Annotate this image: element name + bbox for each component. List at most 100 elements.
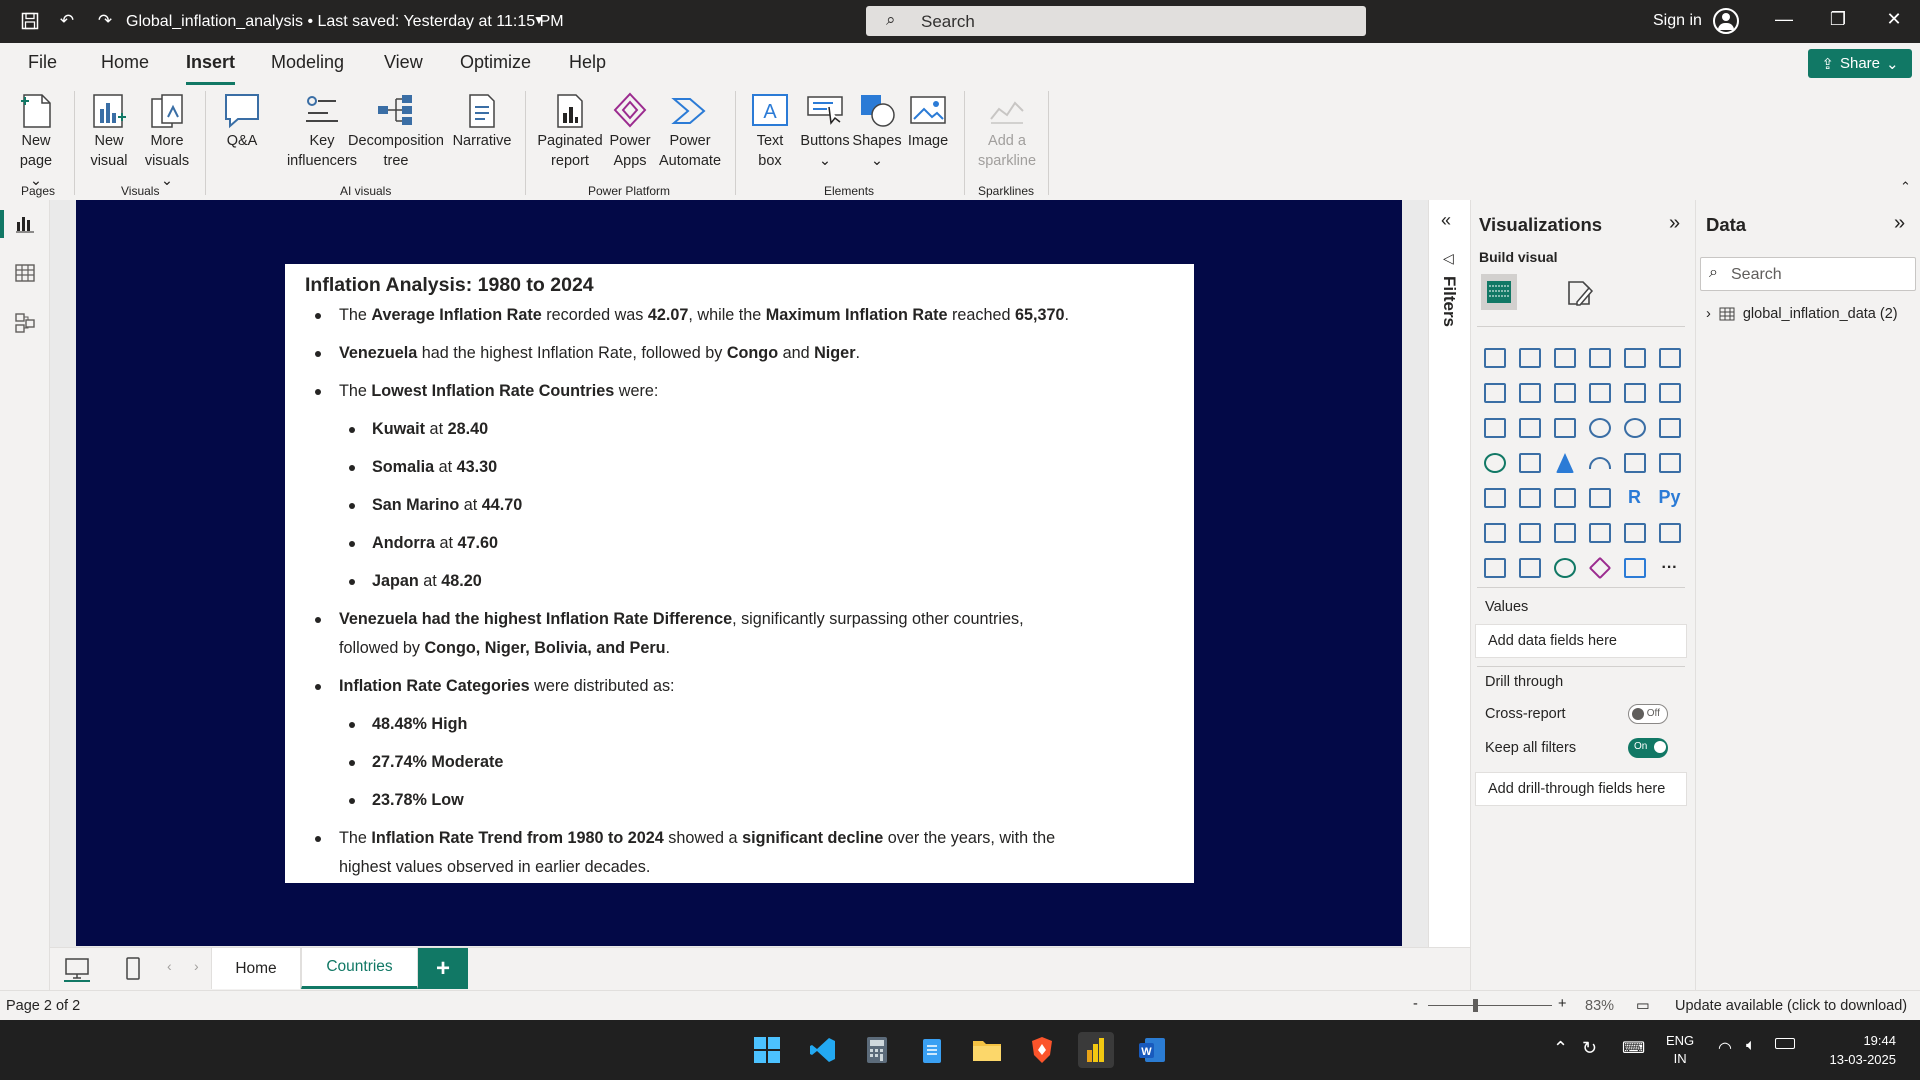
matrix-icon[interactable]: [1582, 480, 1617, 515]
sync-icon[interactable]: ↻: [1582, 1038, 1597, 1059]
100-stacked-column-chart-icon[interactable]: [1652, 340, 1687, 375]
clustered-column-chart-icon[interactable]: [1582, 340, 1617, 375]
stacked-bar-chart-icon[interactable]: [1477, 340, 1512, 375]
stacked-area-chart-icon[interactable]: [1547, 375, 1582, 410]
menu-insert[interactable]: Insert: [186, 52, 236, 85]
zoom-slider[interactable]: [1428, 999, 1552, 1012]
zoom-level[interactable]: 83%: [1585, 998, 1614, 1014]
data-search-input[interactable]: ⌕ Search: [1700, 257, 1916, 291]
menu-file[interactable]: File: [28, 52, 57, 73]
power-bi-icon[interactable]: [1078, 1032, 1114, 1068]
menu-optimize[interactable]: Optimize: [460, 52, 531, 73]
filled-map-icon[interactable]: [1512, 445, 1547, 480]
model-view-icon[interactable]: [14, 312, 36, 339]
collapse-data-pane-icon[interactable]: »: [1894, 212, 1905, 235]
image-button[interactable]: Image: [905, 91, 951, 151]
line-chart-icon[interactable]: [1477, 375, 1512, 410]
narrative-button[interactable]: Narrative: [450, 91, 514, 151]
data-table-item[interactable]: › global_inflation_data (2): [1706, 306, 1898, 322]
save-icon[interactable]: [18, 9, 42, 33]
pie-chart-icon[interactable]: [1582, 410, 1617, 445]
new-page-button[interactable]: New page ⌄: [12, 91, 60, 191]
restore-icon[interactable]: ❐: [1826, 9, 1850, 30]
show-hidden-icons-icon[interactable]: ⌃: [1553, 1038, 1568, 1059]
values-drop-zone[interactable]: Add data fields here: [1475, 624, 1687, 658]
slicer-icon[interactable]: [1512, 480, 1547, 515]
table-icon[interactable]: [1547, 480, 1582, 515]
account-avatar-icon[interactable]: [1713, 8, 1739, 34]
decomposition-tree-visual-icon[interactable]: [1512, 515, 1547, 550]
expand-filters-icon[interactable]: «: [1441, 210, 1451, 231]
collapse-ribbon-icon[interactable]: ⌃: [1900, 179, 1911, 195]
waterfall-chart-icon[interactable]: [1477, 410, 1512, 445]
card-icon[interactable]: [1617, 445, 1652, 480]
menu-home[interactable]: Home: [101, 52, 149, 73]
line-stacked-column-chart-icon[interactable]: [1582, 375, 1617, 410]
add-sparkline-button[interactable]: Add a sparkline: [973, 91, 1041, 171]
share-button[interactable]: ⇪ Share ⌄: [1808, 49, 1912, 78]
r-visual-icon[interactable]: R: [1617, 480, 1652, 515]
donut-chart-icon[interactable]: [1617, 410, 1652, 445]
100-stacked-bar-chart-icon[interactable]: [1617, 340, 1652, 375]
vscode-icon[interactable]: [805, 1032, 841, 1068]
drill-through-drop-zone[interactable]: Add drill-through fields here: [1475, 772, 1687, 806]
menu-view[interactable]: View: [384, 52, 423, 73]
notepad-icon[interactable]: [914, 1032, 950, 1068]
ribbon-chart-icon[interactable]: [1652, 375, 1687, 410]
zoom-slider-thumb[interactable]: [1473, 999, 1478, 1012]
report-view-icon[interactable]: [14, 212, 36, 239]
tab-home[interactable]: Home: [211, 948, 301, 989]
treemap-icon[interactable]: [1652, 410, 1687, 445]
build-visual-tab-icon[interactable]: [1481, 274, 1517, 310]
file-explorer-icon[interactable]: [969, 1032, 1005, 1068]
paginated-report-button[interactable]: Paginated report: [535, 91, 605, 171]
area-chart-icon[interactable]: [1512, 375, 1547, 410]
collapse-visualizations-icon[interactable]: »: [1669, 212, 1680, 235]
card-new-icon[interactable]: [1477, 550, 1512, 585]
keyboard-icon[interactable]: ⌨: [1622, 1038, 1645, 1058]
redo-icon[interactable]: ↷: [93, 9, 117, 33]
buttons-button[interactable]: Buttons ⌄: [797, 91, 853, 171]
volume-icon[interactable]: 🔈︎: [1746, 1037, 1756, 1055]
word-icon[interactable]: W: [1134, 1032, 1170, 1068]
desktop-layout-icon[interactable]: [64, 956, 90, 987]
update-available-link[interactable]: Update available (click to download): [1675, 998, 1907, 1014]
battery-icon[interactable]: [1775, 1038, 1795, 1049]
calculator-icon[interactable]: [859, 1032, 895, 1068]
map-icon[interactable]: [1477, 445, 1512, 480]
kpi-icon[interactable]: [1477, 480, 1512, 515]
close-icon[interactable]: ✕: [1882, 9, 1906, 30]
scatter-chart-icon[interactable]: [1547, 410, 1582, 445]
tab-countries[interactable]: Countries: [301, 948, 418, 989]
filters-pane-collapsed[interactable]: « ◁ Filters: [1428, 200, 1470, 948]
title-dropdown-icon[interactable]: ▼: [533, 13, 545, 27]
sign-in-link[interactable]: Sign in: [1653, 12, 1702, 30]
format-visual-tab-icon[interactable]: [1565, 278, 1595, 313]
decomposition-tree-button[interactable]: Decomposition tree: [346, 91, 446, 171]
smart-narrative-card[interactable]: Inflation Analysis: 1980 to 2024 The Ave…: [285, 264, 1194, 883]
brave-browser-icon[interactable]: [1024, 1032, 1060, 1068]
wifi-icon[interactable]: ◠: [1718, 1038, 1732, 1058]
global-search-box[interactable]: ⌕ Search: [866, 6, 1366, 36]
zoom-in-button[interactable]: +: [1558, 996, 1566, 1012]
funnel-chart-icon[interactable]: [1512, 410, 1547, 445]
mobile-layout-icon[interactable]: [124, 956, 142, 987]
smart-narrative-icon[interactable]: [1582, 515, 1617, 550]
language-indicator[interactable]: ENG IN: [1666, 1032, 1694, 1068]
power-automate-button[interactable]: Power Automate: [656, 91, 724, 171]
table-view-icon[interactable]: [14, 262, 36, 289]
python-visual-icon[interactable]: Py: [1652, 480, 1687, 515]
windows-start-icon[interactable]: [749, 1032, 785, 1068]
metrics-icon[interactable]: [1617, 515, 1652, 550]
key-influencers-visual-icon[interactable]: [1477, 515, 1512, 550]
qa-visual-icon[interactable]: [1547, 515, 1582, 550]
new-visual-button[interactable]: New visual: [86, 91, 132, 171]
power-apps-button[interactable]: Power Apps: [606, 91, 654, 171]
chevron-right-icon[interactable]: ›: [1706, 306, 1711, 322]
stacked-column-chart-icon[interactable]: [1512, 340, 1547, 375]
button-slicer-icon[interactable]: [1512, 550, 1547, 585]
undo-icon[interactable]: ↶: [55, 9, 79, 33]
clock[interactable]: 19:44 13-03-2025: [1816, 1031, 1897, 1069]
clustered-bar-chart-icon[interactable]: [1547, 340, 1582, 375]
multi-row-card-icon[interactable]: [1652, 445, 1687, 480]
